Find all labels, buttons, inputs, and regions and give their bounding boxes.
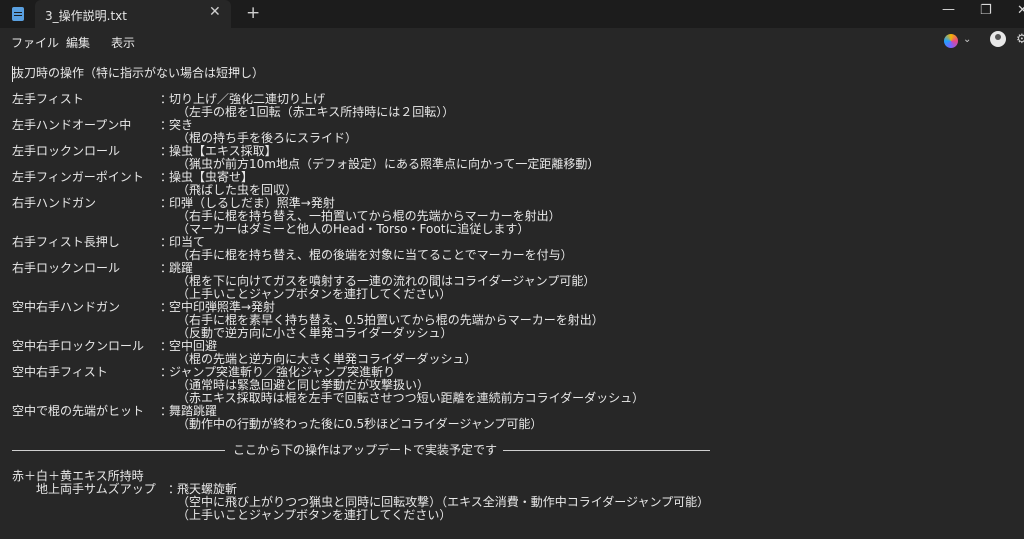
menu-edit[interactable]: 編集	[66, 34, 90, 51]
entry-note: （棍の先端と逆方向に大きく単発コライダーダッシュ）	[177, 352, 477, 366]
entry-separator: ：	[160, 300, 173, 314]
entry-note: （赤エキス採取時は棍を左手で回転させつつ短い距離を連続前方コライダーダッシュ）	[177, 391, 645, 405]
entry-line: 左手ハンドオープン中 ：突き	[12, 119, 193, 132]
entry-note: （飛ばした虫を回収）	[177, 183, 298, 197]
tab-file[interactable]: 3_操作説明.txt ✕	[35, 0, 231, 28]
entry-action: 切り上げ／強化二連切り上げ	[169, 92, 326, 106]
title-bar: 3_操作説明.txt ✕ + — ❐ ✕	[0, 0, 1024, 28]
gear-icon[interactable]: ⚙	[1016, 32, 1024, 47]
entry-note: （棍を下に向けてガスを噴射する一連の流れの間はコライダージャンプ可能）	[177, 274, 596, 288]
entry-separator: ：	[160, 170, 173, 184]
maximize-button[interactable]: ❐	[980, 3, 992, 18]
close-tab-icon[interactable]: ✕	[209, 4, 221, 20]
entry-note: （右手に棍を持ち替え、一拍置いてから棍の先端からマーカーを射出）	[177, 209, 561, 223]
entry-note: （右手に棍を素早く持ち替え、0.5拍置いてから棍の先端からマーカーを射出）	[177, 313, 604, 327]
entry-note: （猟虫が前方10m地点（デフォ設定）にある照準点に向かって一定距離移動）	[177, 157, 600, 171]
entry-separator: ：	[160, 365, 173, 379]
entry-label: 空中右手フィスト	[12, 365, 108, 379]
entry-line: 右手ロックンロール ：跳躍	[12, 262, 193, 275]
menu-file[interactable]: ファイル	[11, 34, 59, 51]
entry-label: 空中で棍の先端がヒット	[12, 404, 145, 418]
close-window-button[interactable]: ✕	[1017, 3, 1024, 18]
heading-text: 抜刀時の操作（特に指示がない場合は短押し）	[12, 66, 265, 80]
entry-action: 操虫【エキス採取】	[169, 144, 277, 158]
divider-rule-right	[503, 450, 711, 451]
copilot-icon[interactable]	[944, 34, 958, 48]
entry-label: 左手フィスト	[12, 92, 84, 106]
future-entry-note: （空中に飛び上がりつつ猟虫と同時に回転攻撃）（エキス全消費・動作中コライダージャ…	[177, 495, 710, 509]
divider-text: ここから下の操作はアップデートで実装予定です	[233, 443, 498, 457]
entry-separator: ：	[160, 92, 173, 106]
entry-separator: ：	[160, 404, 173, 418]
entry-action: 空中印弾照準→発射	[169, 300, 276, 314]
entry-action: 跳躍	[169, 261, 194, 275]
entry-separator: ：	[160, 196, 173, 210]
entry-note: （棍の持ち手を後ろにスライド）	[177, 131, 358, 145]
minimize-button[interactable]: —	[942, 2, 955, 17]
entry-label: 右手フィスト長押し	[12, 235, 120, 249]
entry-action: 舞踏跳躍	[169, 404, 218, 418]
entry-action: 印当て	[169, 235, 206, 249]
new-tab-button[interactable]: +	[246, 3, 260, 23]
entry-label: 左手ロックンロール	[12, 144, 121, 158]
future-group-label: 赤＋白＋黄エキス所持時	[12, 469, 144, 483]
entry-separator: ：	[160, 118, 173, 132]
entry-label: 左手ハンドオープン中	[12, 118, 132, 132]
entry-separator: ：	[160, 235, 173, 249]
divider-rule-left	[12, 450, 225, 451]
entry-label: 右手ハンドガン	[12, 196, 97, 210]
future-entry-action: 飛天螺旋斬	[177, 482, 238, 496]
heading-line: 抜刀時の操作（特に指示がない場合は短押し）	[12, 67, 264, 80]
future-entry-note: （上手いことジャンプボタンを連打してください）	[177, 508, 452, 522]
entry-separator: ：	[160, 261, 173, 275]
text-editor[interactable]: 抜刀時の操作（特に指示がない場合は短押し） 左手フィスト ：切り上げ／強化二連切り…	[0, 54, 1024, 539]
divider-line: ここから下の操作はアップデートで実装予定です	[12, 443, 711, 457]
entry-separator: ：	[160, 339, 173, 353]
future-entry-label: 地上両手サムズアップ	[36, 482, 156, 496]
entry-note: （上手いことジャンプボタンを連打してください）	[177, 287, 452, 301]
notepad-icon	[12, 7, 24, 21]
entry-label: 空中右手ロックンロール	[12, 339, 145, 353]
entry-note: （通常時は緊急回避と同じ挙動だが攻撃扱い）	[177, 378, 430, 392]
future-entry-note-line: （上手いことジャンプボタンを連打してください）	[12, 509, 451, 522]
entry-separator: ：	[168, 482, 181, 496]
menu-bar: ファイル 編集 表示	[0, 28, 1024, 54]
entry-label: 左手フィンガーポイント	[12, 170, 144, 184]
entry-note-line: （動作中の行動が終わった後に0.5秒ほどコライダージャンプ可能）	[12, 418, 542, 431]
entry-action: ジャンプ突進斬り／強化ジャンプ突進斬り	[169, 365, 396, 379]
entry-note: （反動で逆方向に小さく単発コライダーダッシュ）	[177, 326, 453, 340]
entry-separator: ：	[160, 144, 173, 158]
entry-note: （右手に棍を持ち替え、棍の後端を対象に当てることでマーカーを付与）	[177, 248, 573, 262]
entry-action: 印弾（しるしだま）照準→発射	[169, 196, 335, 210]
entry-note: （マーカーはダミーと他人のHead・Torso・Footに追従します）	[177, 222, 530, 236]
account-avatar-icon[interactable]	[990, 31, 1006, 47]
entry-note: （左手の棍を1回転（赤エキス所持時には２回転））	[177, 105, 455, 119]
menu-view[interactable]: 表示	[111, 34, 135, 51]
entry-action: 突き	[169, 118, 194, 132]
entry-note: （動作中の行動が終わった後に0.5秒ほどコライダージャンプ可能）	[177, 417, 543, 431]
entry-label: 右手ロックンロール	[12, 261, 121, 275]
entry-action: 操虫【虫寄せ】	[169, 170, 254, 184]
tab-title: 3_操作説明.txt	[45, 9, 127, 23]
chevron-down-icon[interactable]: ⌄	[963, 34, 971, 45]
entry-label: 空中右手ハンドガン	[12, 300, 121, 314]
entry-action: 空中回避	[169, 339, 218, 353]
